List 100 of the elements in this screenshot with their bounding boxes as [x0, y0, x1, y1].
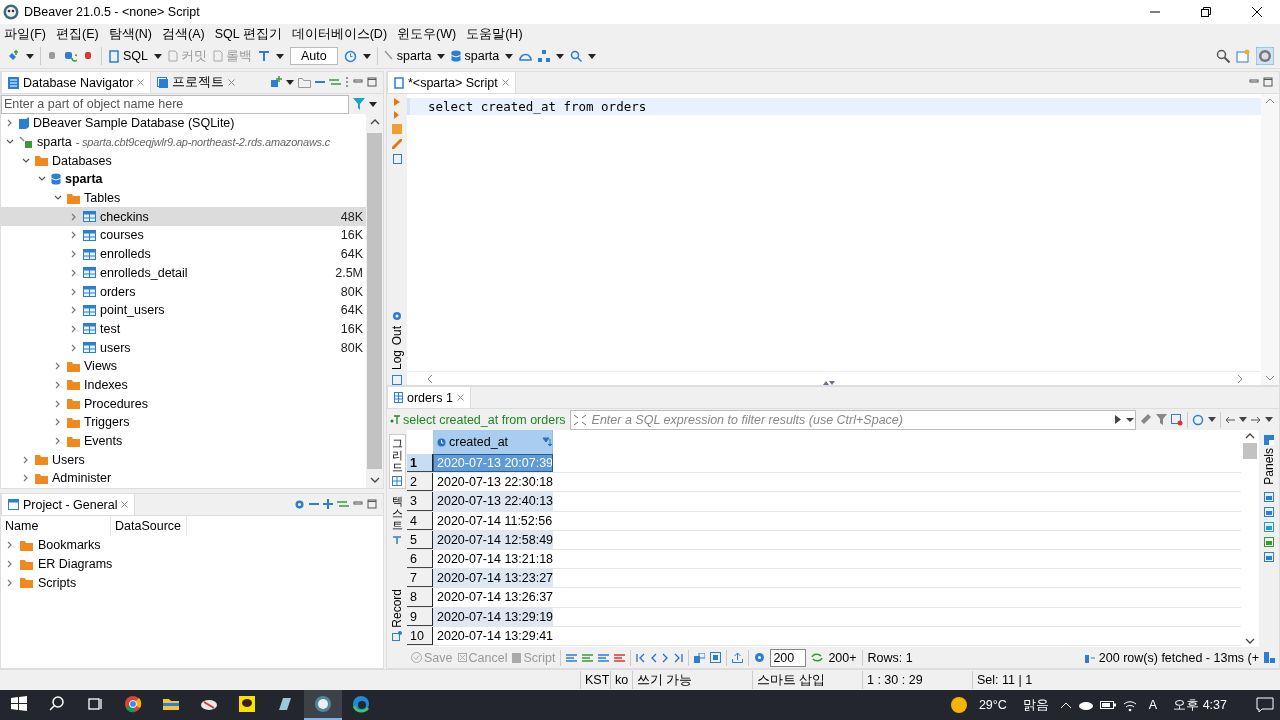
chevron-down-icon[interactable]	[1245, 638, 1255, 644]
tree-item[interactable]: Databases	[1, 151, 366, 171]
edit-row-icon[interactable]	[566, 652, 578, 663]
more-icon[interactable]	[345, 76, 349, 88]
tree-item[interactable]: Administer	[1, 469, 366, 488]
view-tab[interactable]: 텍스트	[389, 493, 405, 547]
plug-add-icon[interactable]	[270, 76, 282, 88]
tree-item[interactable]: courses 16K	[1, 226, 366, 245]
fetch-more-button[interactable]: 200+	[828, 650, 857, 665]
view-tab[interactable]: Record	[388, 587, 406, 643]
sql-editor-button[interactable]: SQL	[108, 49, 148, 63]
run-icon[interactable]	[1115, 415, 1121, 424]
panel-tab[interactable]: Project - General	[1, 493, 136, 515]
tree-item[interactable]: checkins 48K	[1, 207, 366, 227]
dropdown-icon[interactable]	[1208, 417, 1216, 422]
panel-tab[interactable]: *<sparta> Script	[387, 71, 516, 93]
sort-icon[interactable]	[542, 437, 552, 447]
settings-icon[interactable]	[392, 310, 402, 321]
maximize-icon[interactable]	[367, 499, 377, 509]
tree-item[interactable]: sparta - sparta.cbt9ceqjwlr9.ap-northeast-2.rds.amazonaws.c	[1, 132, 366, 152]
tree-item[interactable]: Events	[1, 431, 366, 451]
settings-icon[interactable]	[754, 652, 766, 663]
dropdown-icon[interactable]	[154, 53, 162, 59]
schema-selector[interactable]: sparta	[451, 49, 500, 63]
filter-field[interactable]: Enter a SQL expression to filter results (use Ctrl+Space)	[569, 409, 1136, 430]
clock[interactable]: 오후 4:37	[1168, 696, 1232, 714]
filter-input[interactable]: Enter a SQL expression to filter results (use Ctrl+Space)	[589, 411, 1111, 428]
view-tab[interactable]: 그리드	[388, 434, 406, 490]
maximize-icon[interactable]	[367, 77, 377, 87]
fetch-size-field[interactable]: 200	[770, 648, 807, 667]
history-icon[interactable]	[343, 49, 357, 63]
explain-icon[interactable]	[392, 139, 402, 149]
datasource-selector[interactable]: sparta	[383, 49, 432, 63]
dropdown-icon[interactable]	[588, 53, 597, 59]
battery-icon[interactable]	[1099, 700, 1116, 710]
panel-tab[interactable]: orders 1	[387, 386, 471, 408]
panel-tab[interactable]: Database Navigator	[1, 71, 152, 93]
chevron-left-icon[interactable]	[427, 373, 433, 384]
wifi-icon[interactable]	[1121, 698, 1138, 712]
browser-icon[interactable]	[351, 694, 371, 714]
tree-item[interactable]: DBeaver Sample Database (SQLite)	[1, 114, 366, 133]
first-page-icon[interactable]	[636, 652, 646, 663]
filter-icon[interactable]	[353, 98, 365, 110]
tree-item[interactable]: Views	[1, 356, 366, 376]
dropdown-icon[interactable]	[556, 53, 565, 59]
table-cell[interactable]: 2020-07-13 22:30:18	[433, 473, 553, 492]
tree-item[interactable]: Triggers	[1, 413, 366, 432]
delete-row-icon[interactable]	[614, 652, 626, 663]
table-cell[interactable]: 2020-07-14 13:21:18	[433, 549, 553, 569]
column-header[interactable]: Name	[1, 516, 111, 536]
tree-item[interactable]: Bookmarks	[1, 536, 383, 555]
menu-item[interactable]: SQL 편집기	[214, 25, 282, 43]
cloud-icon[interactable]	[1077, 700, 1094, 710]
menu-item[interactable]: 데이터베이스(D)	[291, 25, 388, 43]
back-icon[interactable]	[1225, 415, 1235, 424]
menu-item[interactable]: 도움말(H)	[466, 25, 523, 43]
app-icon[interactable]	[313, 694, 333, 714]
folder-outline-icon[interactable]	[298, 76, 311, 88]
table-cell[interactable]: 2020-07-14 13:29:41	[433, 626, 553, 645]
side-tab[interactable]: Log	[390, 349, 404, 370]
dropdown-icon[interactable]	[505, 53, 514, 59]
start-icon[interactable]	[9, 694, 29, 714]
table-settings-icon[interactable]	[1171, 413, 1183, 426]
close-icon[interactable]	[1251, 6, 1263, 18]
run-line-icon[interactable]	[393, 111, 401, 119]
filter-icon[interactable]	[1156, 414, 1167, 425]
add-row-icon[interactable]	[582, 652, 594, 663]
dropdown-icon[interactable]	[362, 53, 371, 59]
tree-item[interactable]: Indexes	[1, 375, 366, 395]
hierarchy-icon[interactable]	[538, 50, 551, 62]
last-page-icon[interactable]	[674, 652, 684, 663]
panel-tab[interactable]: 프로젝트	[151, 71, 242, 93]
table-cell[interactable]: 2020-07-14 11:52:56	[433, 511, 553, 530]
eraser-icon[interactable]	[1140, 414, 1152, 425]
menu-item[interactable]: 검색(A)	[162, 25, 205, 43]
chevron-up-icon[interactable]	[1245, 433, 1255, 439]
tree-item[interactable]: Users	[1, 450, 366, 470]
panels-icon[interactable]	[1264, 652, 1275, 663]
column-header[interactable]: DataSource	[111, 516, 187, 536]
scrollbar[interactable]	[366, 114, 383, 488]
menu-item[interactable]: 탐색(N)	[108, 25, 152, 43]
scrollbar-thumb[interactable]	[1243, 443, 1257, 459]
menu-item[interactable]: 파일(F)	[4, 25, 46, 43]
maximize-icon[interactable]	[1263, 77, 1273, 87]
table-cell[interactable]: 2020-07-13 22:40:13	[433, 492, 553, 511]
menu-item[interactable]: 편집(E)	[55, 25, 99, 43]
dropdown-icon[interactable]	[1265, 417, 1273, 422]
search-icon[interactable]	[1216, 49, 1230, 63]
table-cell[interactable]: 2020-07-14 13:26:37	[433, 588, 553, 607]
tree-item[interactable]: orders 80K	[1, 282, 366, 301]
forward-icon[interactable]	[1251, 415, 1261, 424]
side-tab[interactable]: Out	[390, 325, 404, 345]
dropdown-icon[interactable]	[369, 101, 377, 107]
tree-item[interactable]: Procedures	[1, 394, 366, 413]
refresh-plug-icon[interactable]	[63, 49, 77, 63]
restore-icon[interactable]	[1200, 6, 1212, 18]
chevron-up-icon[interactable]	[369, 119, 380, 125]
filter-field[interactable]: Enter a part of object name here	[1, 94, 349, 114]
menu-item[interactable]: 윈도우(W)	[397, 25, 457, 43]
expand-icon[interactable]	[573, 414, 586, 425]
